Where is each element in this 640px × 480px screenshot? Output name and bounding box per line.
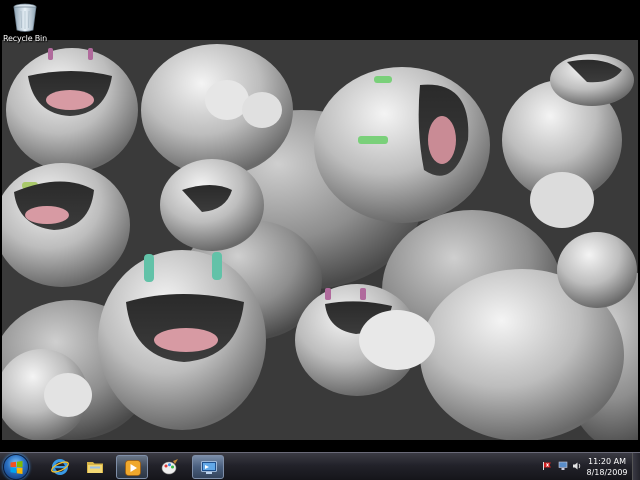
- recycle-bin-icon: [13, 3, 37, 32]
- recycle-bin-desktop-icon[interactable]: Recycle Bin: [2, 3, 48, 47]
- action-center-flag-icon[interactable]: [542, 461, 552, 471]
- paint-icon: [161, 459, 178, 475]
- volume-icon[interactable]: [572, 461, 582, 471]
- recycle-bin-label: Recycle Bin: [3, 34, 47, 43]
- pinned-windows-explorer[interactable]: [79, 455, 111, 479]
- remote-desktop-icon: [201, 461, 217, 474]
- notification-area: 11:20 AM 8/18/2009: [520, 453, 640, 480]
- windows-media-player-icon: [125, 460, 141, 476]
- pinned-paint[interactable]: [154, 455, 186, 479]
- windows-explorer-folder-icon: [87, 462, 103, 473]
- internet-explorer-icon: [51, 459, 69, 475]
- taskbar-clock[interactable]: 11:20 AM 8/18/2009: [584, 456, 630, 478]
- network-icon[interactable]: [558, 461, 568, 471]
- show-desktop-button[interactable]: [632, 453, 640, 480]
- clock-date: 8/18/2009: [586, 468, 628, 477]
- clock-time: 11:20 AM: [588, 457, 626, 466]
- start-button[interactable]: [3, 454, 29, 480]
- windows-start-orb-icon: [10, 461, 23, 474]
- desktop-wallpaper: [2, 40, 638, 440]
- pinned-internet-explorer[interactable]: [44, 455, 76, 479]
- pinned-remote-desktop-active[interactable]: [192, 455, 224, 479]
- wallpaper-characters-image: [2, 40, 638, 440]
- taskbar: 11:20 AM 8/18/2009: [0, 452, 640, 480]
- desktop-screen: Recycle Bin 11:20 AM 8/18/2009: [0, 0, 640, 480]
- pinned-windows-media-player[interactable]: [116, 455, 148, 479]
